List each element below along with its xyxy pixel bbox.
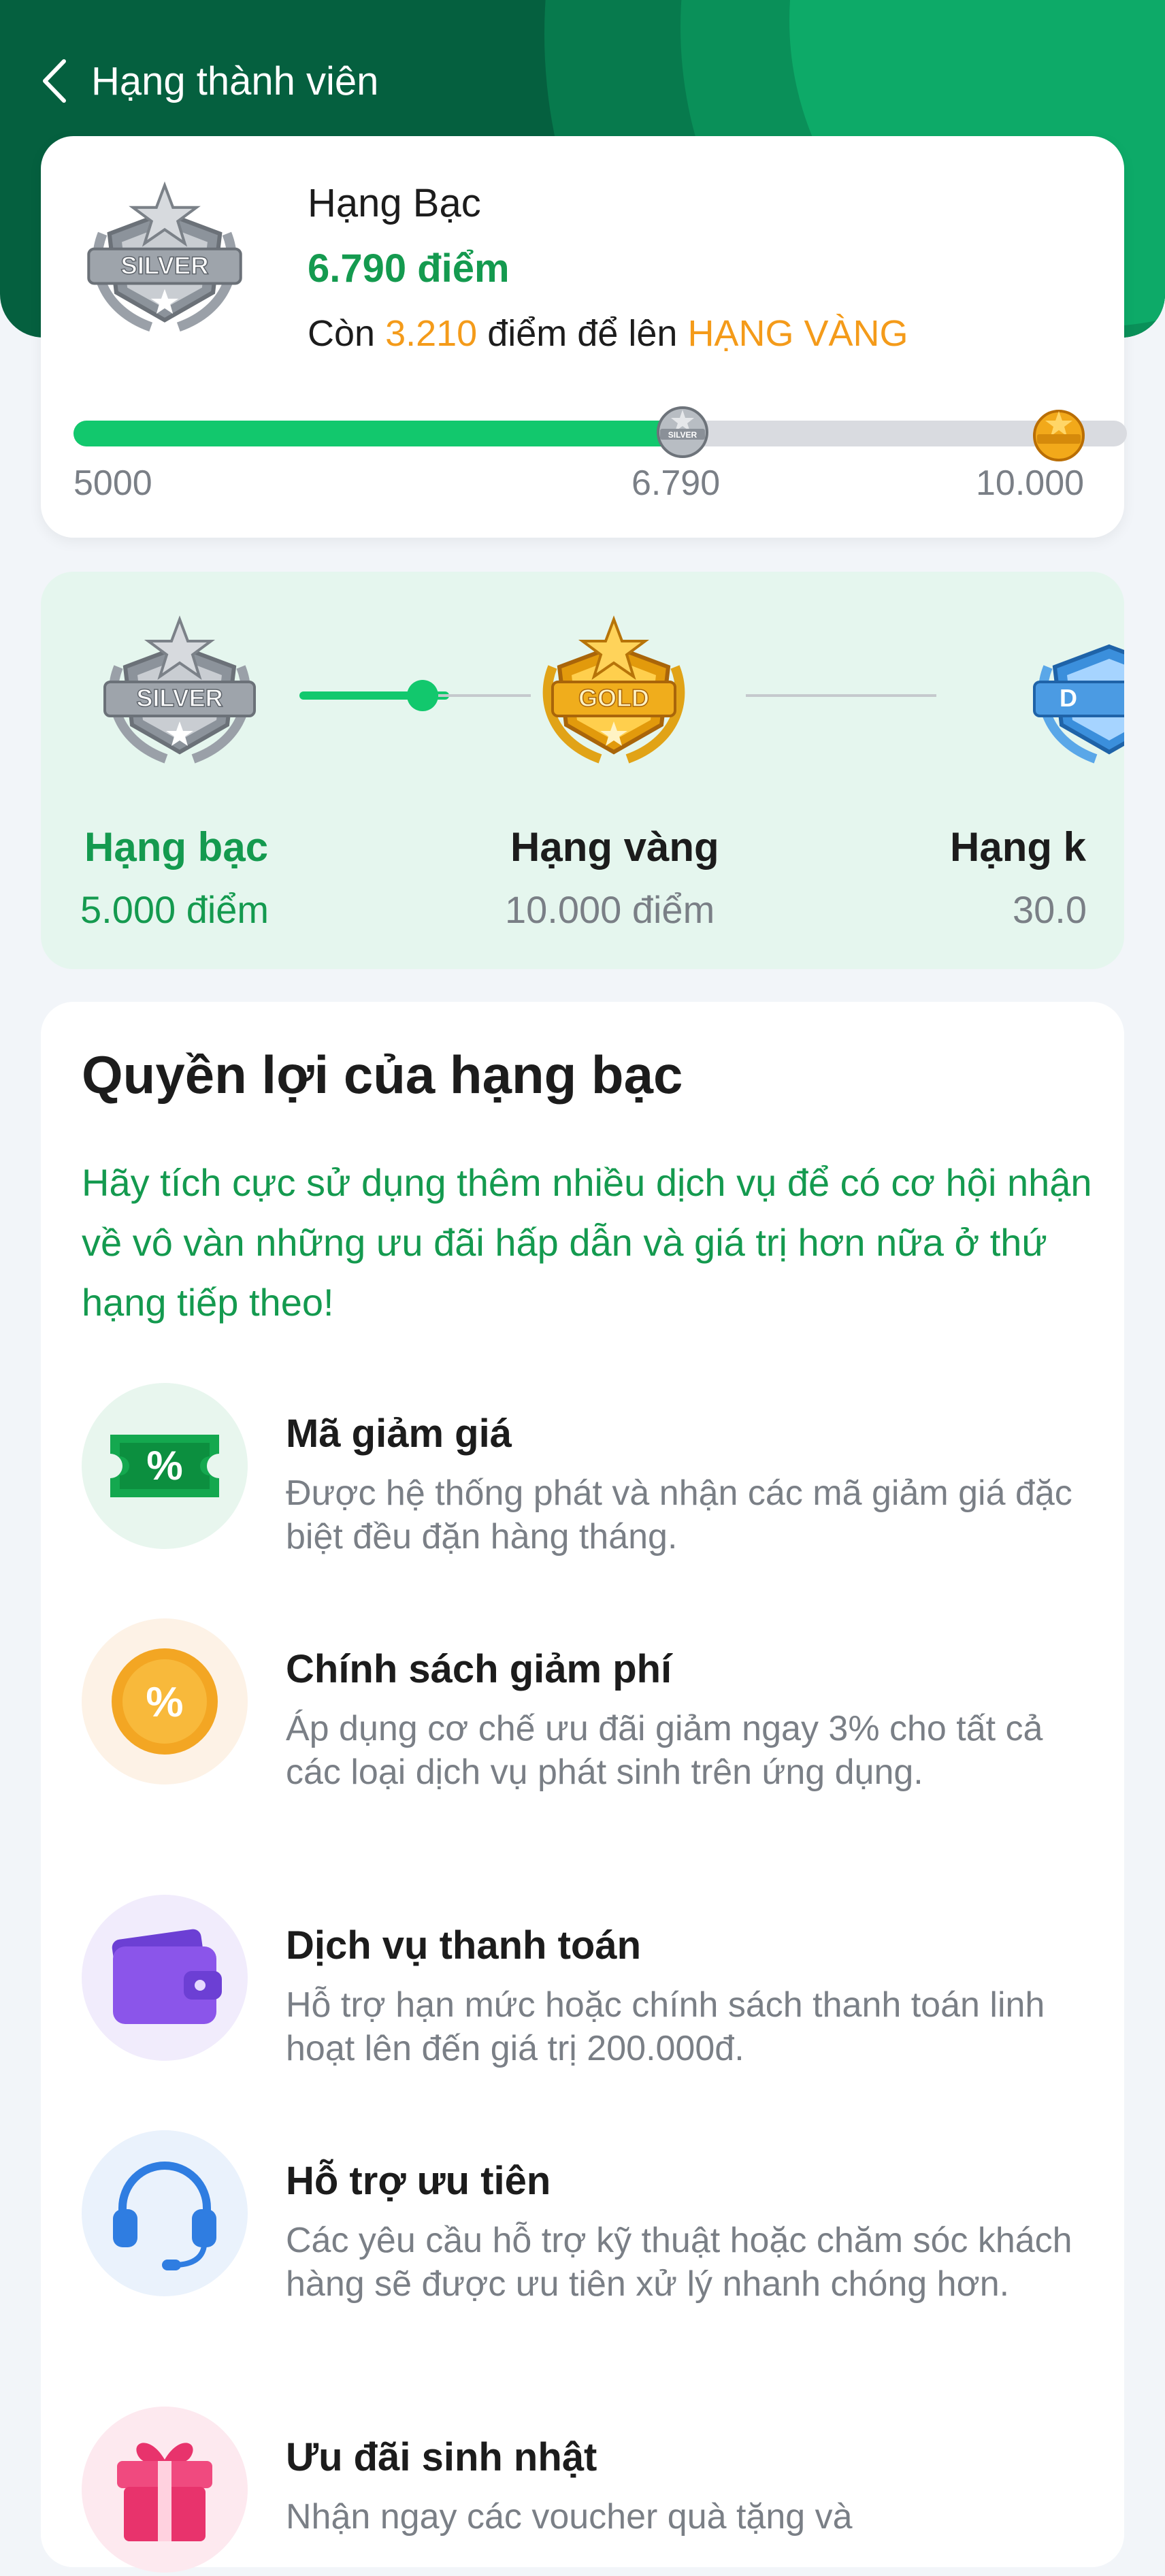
progress-start-label: 5000 xyxy=(73,463,152,503)
tier-name-silver: Hạng bạc xyxy=(84,824,269,870)
wallet-icon xyxy=(82,1895,248,2061)
timeline-current-dot xyxy=(407,680,438,711)
remaining-points-text: Còn 3.210 điểm để lên HẠNG VÀNG xyxy=(308,313,908,354)
progress-current-label: 6.790 xyxy=(631,463,721,503)
benefit-desc: Hỗ trợ hạn mức hoặc chính sách thanh toá… xyxy=(286,1985,1045,2068)
benefit-item[interactable]: Ưu đãi sinh nhật Nhận ngay các voucher q… xyxy=(82,2407,1089,2573)
tier-points-next: 30.0 xyxy=(1013,888,1087,931)
progress-bar xyxy=(73,421,1127,446)
svg-text:%: % xyxy=(146,1679,183,1726)
svg-text:D: D xyxy=(1060,684,1077,712)
rank-summary-card: SILVER Hạng Bạc 6.790 điểm Còn 3.210 điể… xyxy=(41,136,1127,538)
svg-text:SILVER: SILVER xyxy=(120,251,208,279)
tier-timeline-card[interactable]: SILVER GOLD D Hạng bạc 5.000 điểm Hạng v… xyxy=(41,572,1124,969)
coupon-icon: % xyxy=(82,1383,248,1549)
benefits-intro: Hãy tích cực sử dụng thêm nhiều dịch vụ … xyxy=(82,1161,1092,1324)
progress-silver-marker-icon: SILVER xyxy=(657,406,708,458)
benefit-item[interactable]: % Mã giảm giá Được hệ thống phát và nhận… xyxy=(82,1383,1089,1574)
benefit-desc: Nhận ngay các voucher quà tặng và xyxy=(286,2497,853,2537)
next-rank-name: HẠNG VÀNG xyxy=(687,313,908,354)
benefit-title: Dịch vụ thanh toán xyxy=(286,1923,641,1968)
benefit-title: Ưu đãi sinh nhật xyxy=(286,2435,597,2479)
tier-silver-badge-icon: SILVER xyxy=(103,615,256,764)
progress-bar-fill xyxy=(73,421,703,446)
page-title: Hạng thành viên xyxy=(91,59,379,103)
current-points: 6.790 điểm xyxy=(308,246,510,291)
back-arrow-icon[interactable] xyxy=(37,57,73,105)
svg-text:SILVER: SILVER xyxy=(136,684,223,712)
tier-gold-badge-icon: GOLD xyxy=(542,615,685,764)
rank-name: Hạng Bạc xyxy=(308,181,481,225)
svg-text:SILVER: SILVER xyxy=(668,430,698,440)
percent-coin-icon: % xyxy=(82,1618,248,1784)
svg-text:%: % xyxy=(146,1443,182,1488)
tier-points-gold: 10.000 điểm xyxy=(505,888,715,931)
benefit-item[interactable]: Hỗ trợ ưu tiên Các yêu cầu hỗ trợ kỹ thu… xyxy=(82,2130,1089,2348)
benefits-heading: Quyền lợi của hạng bạc xyxy=(82,1045,683,1105)
progress-end-label: 10.000 xyxy=(976,463,1085,503)
timeline-line xyxy=(438,694,531,697)
benefits-card: Quyền lợi của hạng bạc Hãy tích cực sử d… xyxy=(41,1002,1124,2573)
timeline-line xyxy=(746,694,936,697)
remaining-points-value: 3.210 xyxy=(385,313,478,354)
benefit-desc: Các yêu cầu hỗ trợ kỹ thuật hoặc chăm só… xyxy=(286,2221,1072,2304)
svg-text:GOLD: GOLD xyxy=(578,684,649,712)
tier-name-gold: Hạng vàng xyxy=(510,824,719,870)
benefit-title: Hỗ trợ ưu tiên xyxy=(286,2159,551,2203)
benefit-title: Chính sách giảm phí xyxy=(286,1647,672,1691)
tier-diamond-badge-icon: D xyxy=(1033,644,1124,764)
tier-name-next: Hạng k xyxy=(950,824,1087,870)
benefit-title: Mã giảm giá xyxy=(286,1412,512,1456)
benefit-desc: Được hệ thống phát và nhận các mã giảm g… xyxy=(286,1473,1072,1556)
silver-badge-icon: SILVER xyxy=(87,181,242,332)
benefit-desc: Áp dụng cơ chế ưu đãi giảm ngay 3% cho t… xyxy=(286,1709,1043,1792)
tier-points-silver: 5.000 điểm xyxy=(80,888,269,931)
benefit-item[interactable]: Dịch vụ thanh toán Hỗ trợ hạn mức hoặc c… xyxy=(82,1895,1089,2092)
benefit-item[interactable]: % Chính sách giảm phí Áp dụng cơ chế ưu … xyxy=(82,1618,1089,1836)
gift-icon xyxy=(82,2407,248,2573)
progress-gold-marker-icon xyxy=(1033,410,1085,461)
headset-icon xyxy=(82,2130,248,2296)
